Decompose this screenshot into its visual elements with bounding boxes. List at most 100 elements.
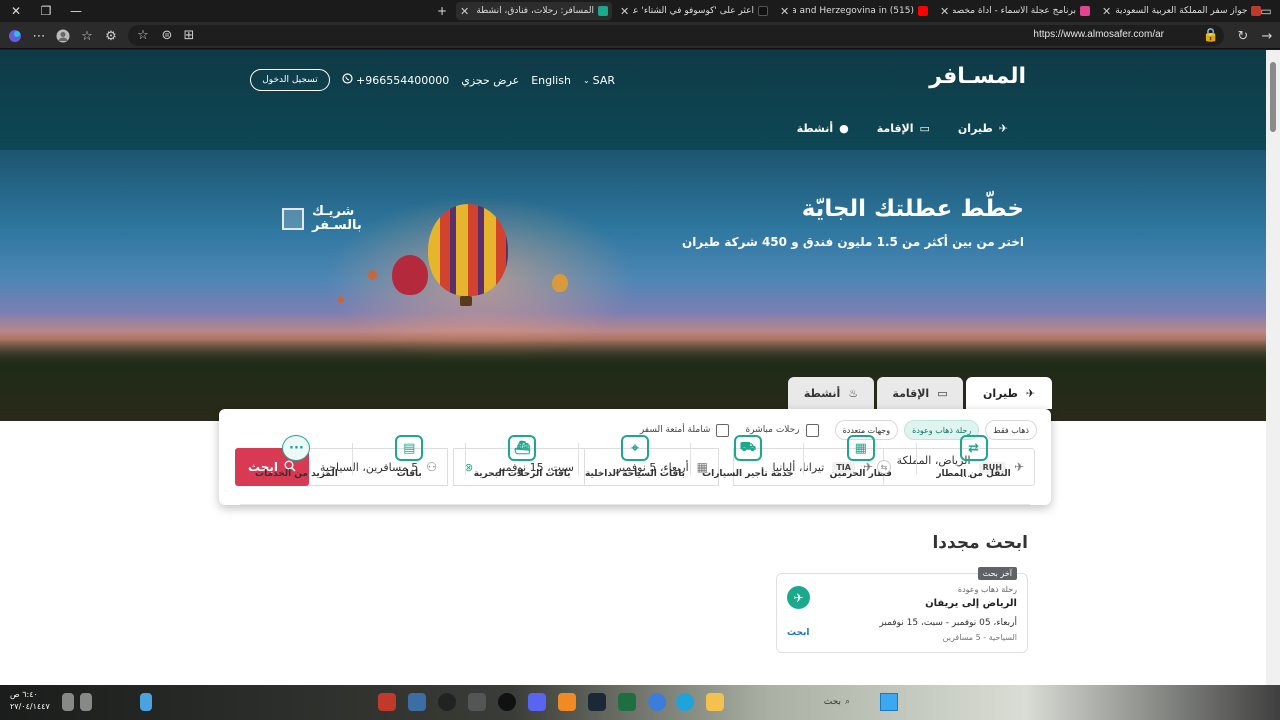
url-text[interactable]: https://www.almosafer.com/ar [1033,29,1164,40]
service-haramain-train[interactable]: ▦ قطار الحرمين [804,435,917,504]
almosafer-logo[interactable]: المسـافر [929,64,1026,89]
tab-close-icon[interactable]: ✕ [780,5,789,18]
swap-icon[interactable]: ⇆ [877,460,891,474]
close-window-icon[interactable]: ✕ [2,0,30,22]
service-car-rental[interactable]: ⛟ خدمة تأجير السيارات [691,435,805,504]
tracking-icon[interactable]: ⊜ [156,24,178,46]
tab-flights[interactable]: ✈ طيران [966,377,1052,409]
currency-label: SAR [592,73,616,87]
browser-tab[interactable]: ✕ (515) Bosnia and Herzegovina in [776,2,932,20]
hot-air-balloon-image [368,270,377,280]
train-icon: ▦ [846,435,875,461]
calculator-icon[interactable] [408,693,426,711]
browser-tab[interactable]: ✕ برنامج عجلة الأسماء - أداة مخصصة [936,2,1094,20]
profile-avatar-icon[interactable] [52,25,74,47]
address-bar[interactable]: ☆ ⊜ ⊞ https://www.almosafer.com/ar 🔒 [128,25,1224,46]
extensions-icon[interactable]: ⚙ [100,25,122,47]
tab-title: (515) Bosnia and Herzegovina in [793,6,914,16]
language-switch[interactable]: English [531,74,571,87]
tab-close-icon[interactable]: ✕ [460,5,469,18]
recent-passengers: السياحية - 5 مسافرين [942,633,1017,642]
taskbar-clock[interactable]: ٦:٤٠ ص ٢٧/٠٤/١٤٤٧ [10,689,50,713]
new-tab-button[interactable]: + [428,0,456,22]
service-label: النقل من المطار [936,469,1011,479]
car-icon: ⛟ [733,435,762,461]
service-label: باقات السياحة الداخلية [584,469,685,479]
phone-number: +966554400000 [356,73,450,87]
tab-activities[interactable]: ♨ أنشطة [788,377,874,409]
more-options-icon[interactable]: ⋯ [28,25,50,47]
recent-route: الرياض إلى يريفان [925,598,1017,609]
reload-icon[interactable]: ↻ [1232,25,1254,47]
currency-selector[interactable]: ⌄ SAR [583,74,615,87]
transfer-icon: ⇄ [959,435,988,461]
bookmark-star-icon[interactable]: ☆ [132,24,154,46]
scrollbar-thumb[interactable] [1270,62,1276,132]
plane-icon: ✈ [787,586,810,609]
edge-icon[interactable] [676,693,694,711]
tab-title: المسافر: رحلات، فنادق، أنشطة ممتعة [473,6,594,16]
more-icon: ··· [282,435,311,461]
recent-search-card[interactable]: آخر بحث رحلة ذهاب وعودة الرياض إلى يريفا… [776,567,1028,653]
tab-stays[interactable]: ▭ الإقامة [877,377,963,409]
tab-label: الإقامة [892,386,930,400]
browser-tab[interactable]: ✕ جواز سفر المملكة العربية السعودية [1098,2,1278,20]
tab-close-icon[interactable]: ✕ [940,5,949,18]
service-airport-transfer[interactable]: ⇄ النقل من المطار [917,435,1030,504]
tray-volume-icon[interactable] [80,693,92,711]
service-more[interactable]: ··· المزيد من الخدمات [240,435,353,504]
service-packages[interactable]: ▤ باقات [353,435,466,504]
site-info-lock-icon[interactable]: 🔒 [1200,24,1222,46]
nav-flights[interactable]: ✈ طيران [958,122,1008,135]
clock-time: ٦:٤٠ ص [10,690,38,699]
header-utilities: تسجيل الدخول +966554400000 عرض حجزي Engl… [250,69,615,91]
restore-window-icon[interactable]: ❐ [32,0,60,22]
settings-icon[interactable] [468,693,486,711]
taskbar-search[interactable]: بحث ⌕ [780,693,850,711]
service-domestic-tourism[interactable]: ⌖ باقات السياحة الداخلية [579,435,692,504]
bed-icon: ▭ [937,386,948,400]
file-explorer-icon[interactable] [706,693,724,711]
service-label: خدمة تأجير السيارات [702,469,794,479]
tab-close-icon[interactable]: ✕ [1102,5,1111,18]
nav-stays[interactable]: ▭ الإقامة [877,122,930,135]
minimize-window-icon[interactable]: — [62,0,90,22]
taskbar-app-icon[interactable] [498,693,516,711]
taskbar-app-icon[interactable] [558,693,576,711]
steam-icon[interactable] [588,693,606,711]
taskbar-app-icon[interactable] [438,693,456,711]
tray-network-icon[interactable] [62,693,74,711]
service-label: باقات [396,469,422,479]
copilot-icon[interactable] [4,25,26,47]
tab-title: برنامج عجلة الأسماء - أداة مخصصة [953,6,1076,16]
tab-favicon-icon [598,6,608,16]
recent-trip-type: رحلة ذهاب وعودة [957,585,1017,594]
page-scrollbar[interactable] [1266,50,1280,685]
tray-app-icon[interactable] [140,693,152,711]
browser-tab-active[interactable]: ✕ المسافر: رحلات، فنادق، أنشطة ممتعة [456,2,612,20]
recent-search-link[interactable]: ابحث [787,628,809,638]
discord-icon[interactable] [528,693,546,711]
clock-date: ٢٧/٠٤/١٤٤٧ [10,702,50,711]
browser-tab[interactable]: ✕ اعثر على 'كوسوفو في الشتاء' على [616,2,772,20]
my-booking-link[interactable]: عرض حجزي [461,74,519,87]
last-search-badge: آخر بحث [977,567,1017,580]
service-cruise-packages[interactable]: ⛴ باقات الرحلات البحرية [466,435,579,504]
travel-partner-badge: شريـك بالسـفر [282,205,362,233]
back-arrow-icon[interactable]: → [1256,25,1278,47]
taskbar-app-icon[interactable] [618,693,636,711]
whatsapp-phone[interactable]: +966554400000 [342,73,449,87]
tab-favicon-icon [918,6,928,16]
checkbox-label: شاملة أمتعة السفر [639,425,711,435]
taskbar-app-icon[interactable] [648,693,666,711]
login-button[interactable]: تسجيل الدخول [250,69,330,91]
search-icon: ⌕ [844,697,850,707]
taskbar-app-icon[interactable] [378,693,396,711]
windows-start-icon[interactable] [880,693,898,711]
nav-activities[interactable]: ● أنشطة [797,122,849,135]
favorites-icon[interactable]: ☆ [76,25,98,47]
tab-title: جواز سفر المملكة العربية السعودية [1115,6,1248,16]
tab-actions-icon[interactable]: ▭ [1252,0,1280,22]
split-screen-icon[interactable]: ⊞ [178,24,200,46]
tab-close-icon[interactable]: ✕ [620,5,629,18]
